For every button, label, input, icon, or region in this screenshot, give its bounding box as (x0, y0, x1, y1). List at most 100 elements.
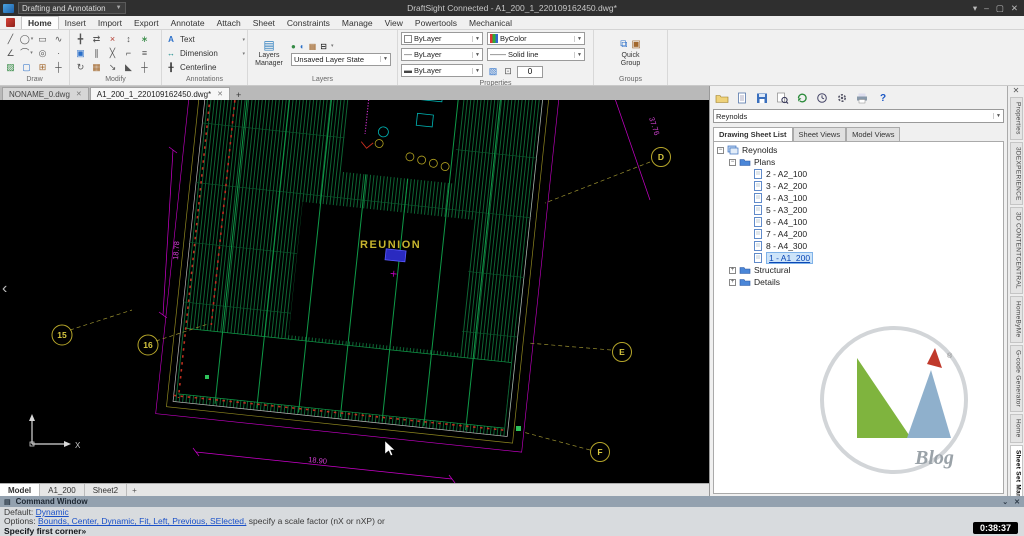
layers-manager-button[interactable]: ▤ Layers Manager (251, 38, 287, 69)
tree-item-sheet[interactable]: 3 - A2_200 (714, 180, 1003, 192)
close-icon[interactable]: ✕ (1013, 86, 1020, 96)
circle-icon[interactable]: ◯▾ (19, 33, 34, 46)
line-icon[interactable]: ╱ (3, 33, 18, 46)
close-button[interactable]: ✕ (1011, 3, 1018, 14)
centerline-tool[interactable]: ╂ Centerline (165, 61, 245, 75)
palette-tab-sheet-set-manager[interactable]: Sheet Set Manager (1010, 445, 1023, 497)
doc-tab-a1-200[interactable]: A1_200_1_220109162450.dwg* ✕ (90, 87, 230, 100)
tab-view[interactable]: View (379, 17, 409, 29)
line-weight-combo[interactable]: ▬ ByLayer ▼ (401, 64, 483, 77)
tab-attach[interactable]: Attach (211, 17, 247, 29)
maximize-button[interactable]: ▢ (996, 3, 1004, 14)
hatch-icon[interactable]: ▨ (3, 61, 18, 74)
match-properties-icon[interactable]: ⊡ (502, 65, 514, 78)
workspace-selector[interactable]: Drafting and Annotation ▼ (18, 2, 126, 14)
trim-icon[interactable]: ╳ (105, 47, 120, 60)
tab-sheet[interactable]: Sheet (247, 17, 281, 29)
erase-icon[interactable]: × (105, 33, 120, 46)
spline-icon[interactable]: ∿ (51, 33, 66, 46)
expand-icon[interactable]: + (729, 267, 736, 274)
close-icon[interactable]: ✕ (1014, 498, 1020, 506)
sheet-set-combo[interactable]: Reynolds ▼ (713, 109, 1004, 123)
by-color-combo[interactable]: ByColor ▼ (487, 32, 585, 45)
save-icon[interactable] (754, 91, 770, 105)
arc-icon[interactable]: ⌒▾ (19, 47, 34, 60)
preview-icon[interactable] (774, 91, 790, 105)
properties-painter-icon[interactable]: ≡ (137, 47, 152, 60)
tab-export[interactable]: Export (128, 17, 165, 29)
tab-constraints[interactable]: Constraints (281, 17, 336, 29)
layer-isolate-icon[interactable]: ⊟ (320, 42, 327, 51)
expand-icon[interactable]: + (729, 279, 736, 286)
palette-tab-3dexperience[interactable]: 3DEXPERIENCE (1010, 142, 1023, 206)
help-icon[interactable]: ? (880, 93, 886, 104)
tab-model-views[interactable]: Model Views (846, 127, 900, 141)
new-sheet-icon[interactable] (734, 91, 750, 105)
overlay-prev-chevron[interactable]: ‹ (2, 280, 7, 297)
collapse-icon[interactable]: − (729, 159, 736, 166)
command-prompt[interactable]: Specify first corner» (4, 527, 1020, 536)
tree-item-sheet[interactable]: 8 - A4_300 (714, 240, 1003, 252)
tree-item-sheet[interactable]: 6 - A4_100 (714, 216, 1003, 228)
refresh-icon[interactable] (794, 91, 810, 105)
move-icon[interactable]: ╋ (73, 33, 88, 46)
line-style-combo[interactable]: — ByLayer ▼ (401, 48, 483, 61)
layer-color-icon[interactable]: ● (291, 42, 296, 51)
dock-icon[interactable]: ⌄ (1002, 498, 1008, 506)
stretch-icon[interactable]: ↘ (105, 61, 120, 74)
add-sheet-button[interactable]: + (127, 484, 142, 496)
copy-icon[interactable]: ▣ (73, 47, 88, 60)
palette-tab-properties[interactable]: Properties (1010, 97, 1023, 140)
palette-tab-home[interactable]: Home (1010, 414, 1023, 443)
tab-insert[interactable]: Insert (59, 17, 92, 29)
cad-drawing[interactable]: REUNION 18.78 37.76 (0, 100, 709, 483)
quick-access-icon[interactable] (6, 18, 15, 27)
palette-tab-homebyme[interactable]: HomeByMe (1010, 296, 1023, 342)
array-icon[interactable]: ▦ (89, 61, 104, 74)
tree-item-root[interactable]: − Reynolds (714, 144, 1003, 156)
tab-annotate[interactable]: Annotate (165, 17, 211, 29)
transparency-icon[interactable]: ▧ (487, 65, 499, 78)
chamfer-icon[interactable]: ◣ (121, 61, 136, 74)
tree-item-sheet[interactable]: 2 - A2_100 (714, 168, 1003, 180)
tab-sheet-views[interactable]: Sheet Views (793, 127, 847, 141)
tree-item-structural[interactable]: + Structural (714, 264, 1003, 276)
rectangle-icon[interactable]: ▭ (35, 33, 50, 46)
boundary-icon[interactable]: ▢ (19, 61, 34, 74)
point-icon[interactable]: ∙ (51, 47, 66, 60)
tree-item-sheet[interactable]: 7 - A4_200 (714, 228, 1003, 240)
mirror-icon[interactable]: ⇄ (89, 33, 104, 46)
explode-icon[interactable]: ∗ (137, 33, 152, 46)
command-window-header[interactable]: ▤ Command Window ⌄ ✕ (0, 496, 1024, 507)
tree-item-sheet[interactable]: 5 - A3_200 (714, 204, 1003, 216)
scale-icon[interactable]: ↕ (121, 33, 136, 46)
fillet-icon[interactable]: ⌐ (121, 47, 136, 60)
palette-tab-gcode-generator[interactable]: G-code Generator (1010, 345, 1023, 412)
layer-lock-icon[interactable]: ▦ (309, 42, 317, 51)
palette-tab-3dcontentcentral[interactable]: 3D CONTENTCENTRAL (1010, 207, 1023, 294)
tree-item-plans[interactable]: − Plans (714, 156, 1003, 168)
collapse-icon[interactable]: − (717, 147, 724, 154)
text-tool[interactable]: A Text ▾ (165, 33, 245, 47)
line-type-combo[interactable]: —— Solid line ▼ (487, 48, 585, 61)
doc-tab-noname[interactable]: NONAME_0.dwg ✕ (2, 87, 89, 100)
tab-a1-200[interactable]: A1_200 (40, 484, 85, 496)
tab-sheet2[interactable]: Sheet2 (85, 484, 127, 496)
layer-state-combo[interactable]: Unsaved Layer State ▼ (291, 53, 391, 66)
dimension-tool[interactable]: ↔ Dimension ▾ (165, 47, 245, 61)
table-icon[interactable]: ⊞ (35, 61, 50, 74)
transparency-field[interactable]: 0 (517, 66, 543, 78)
offset-icon[interactable]: ∥ (89, 47, 104, 60)
tab-drawing-sheet-list[interactable]: Drawing Sheet List (713, 127, 793, 141)
help-pin-icon[interactable]: ▾ (973, 3, 977, 14)
layer-freeze-icon[interactable]: ◐ (300, 42, 305, 51)
tab-import[interactable]: Import (92, 17, 128, 29)
command-history[interactable]: Default: Dynamic Options: Bounds, Center… (0, 507, 1024, 536)
history-icon[interactable] (814, 91, 830, 105)
drawing-canvas[interactable]: REUNION 18.78 37.76 (0, 100, 709, 483)
tab-powertools[interactable]: Powertools (409, 17, 463, 29)
polyline-icon[interactable]: ∠ (3, 47, 18, 60)
tab-model[interactable]: Model (0, 484, 40, 496)
rotate-icon[interactable]: ↻ (73, 61, 88, 74)
open-sheet-set-icon[interactable] (714, 91, 730, 105)
